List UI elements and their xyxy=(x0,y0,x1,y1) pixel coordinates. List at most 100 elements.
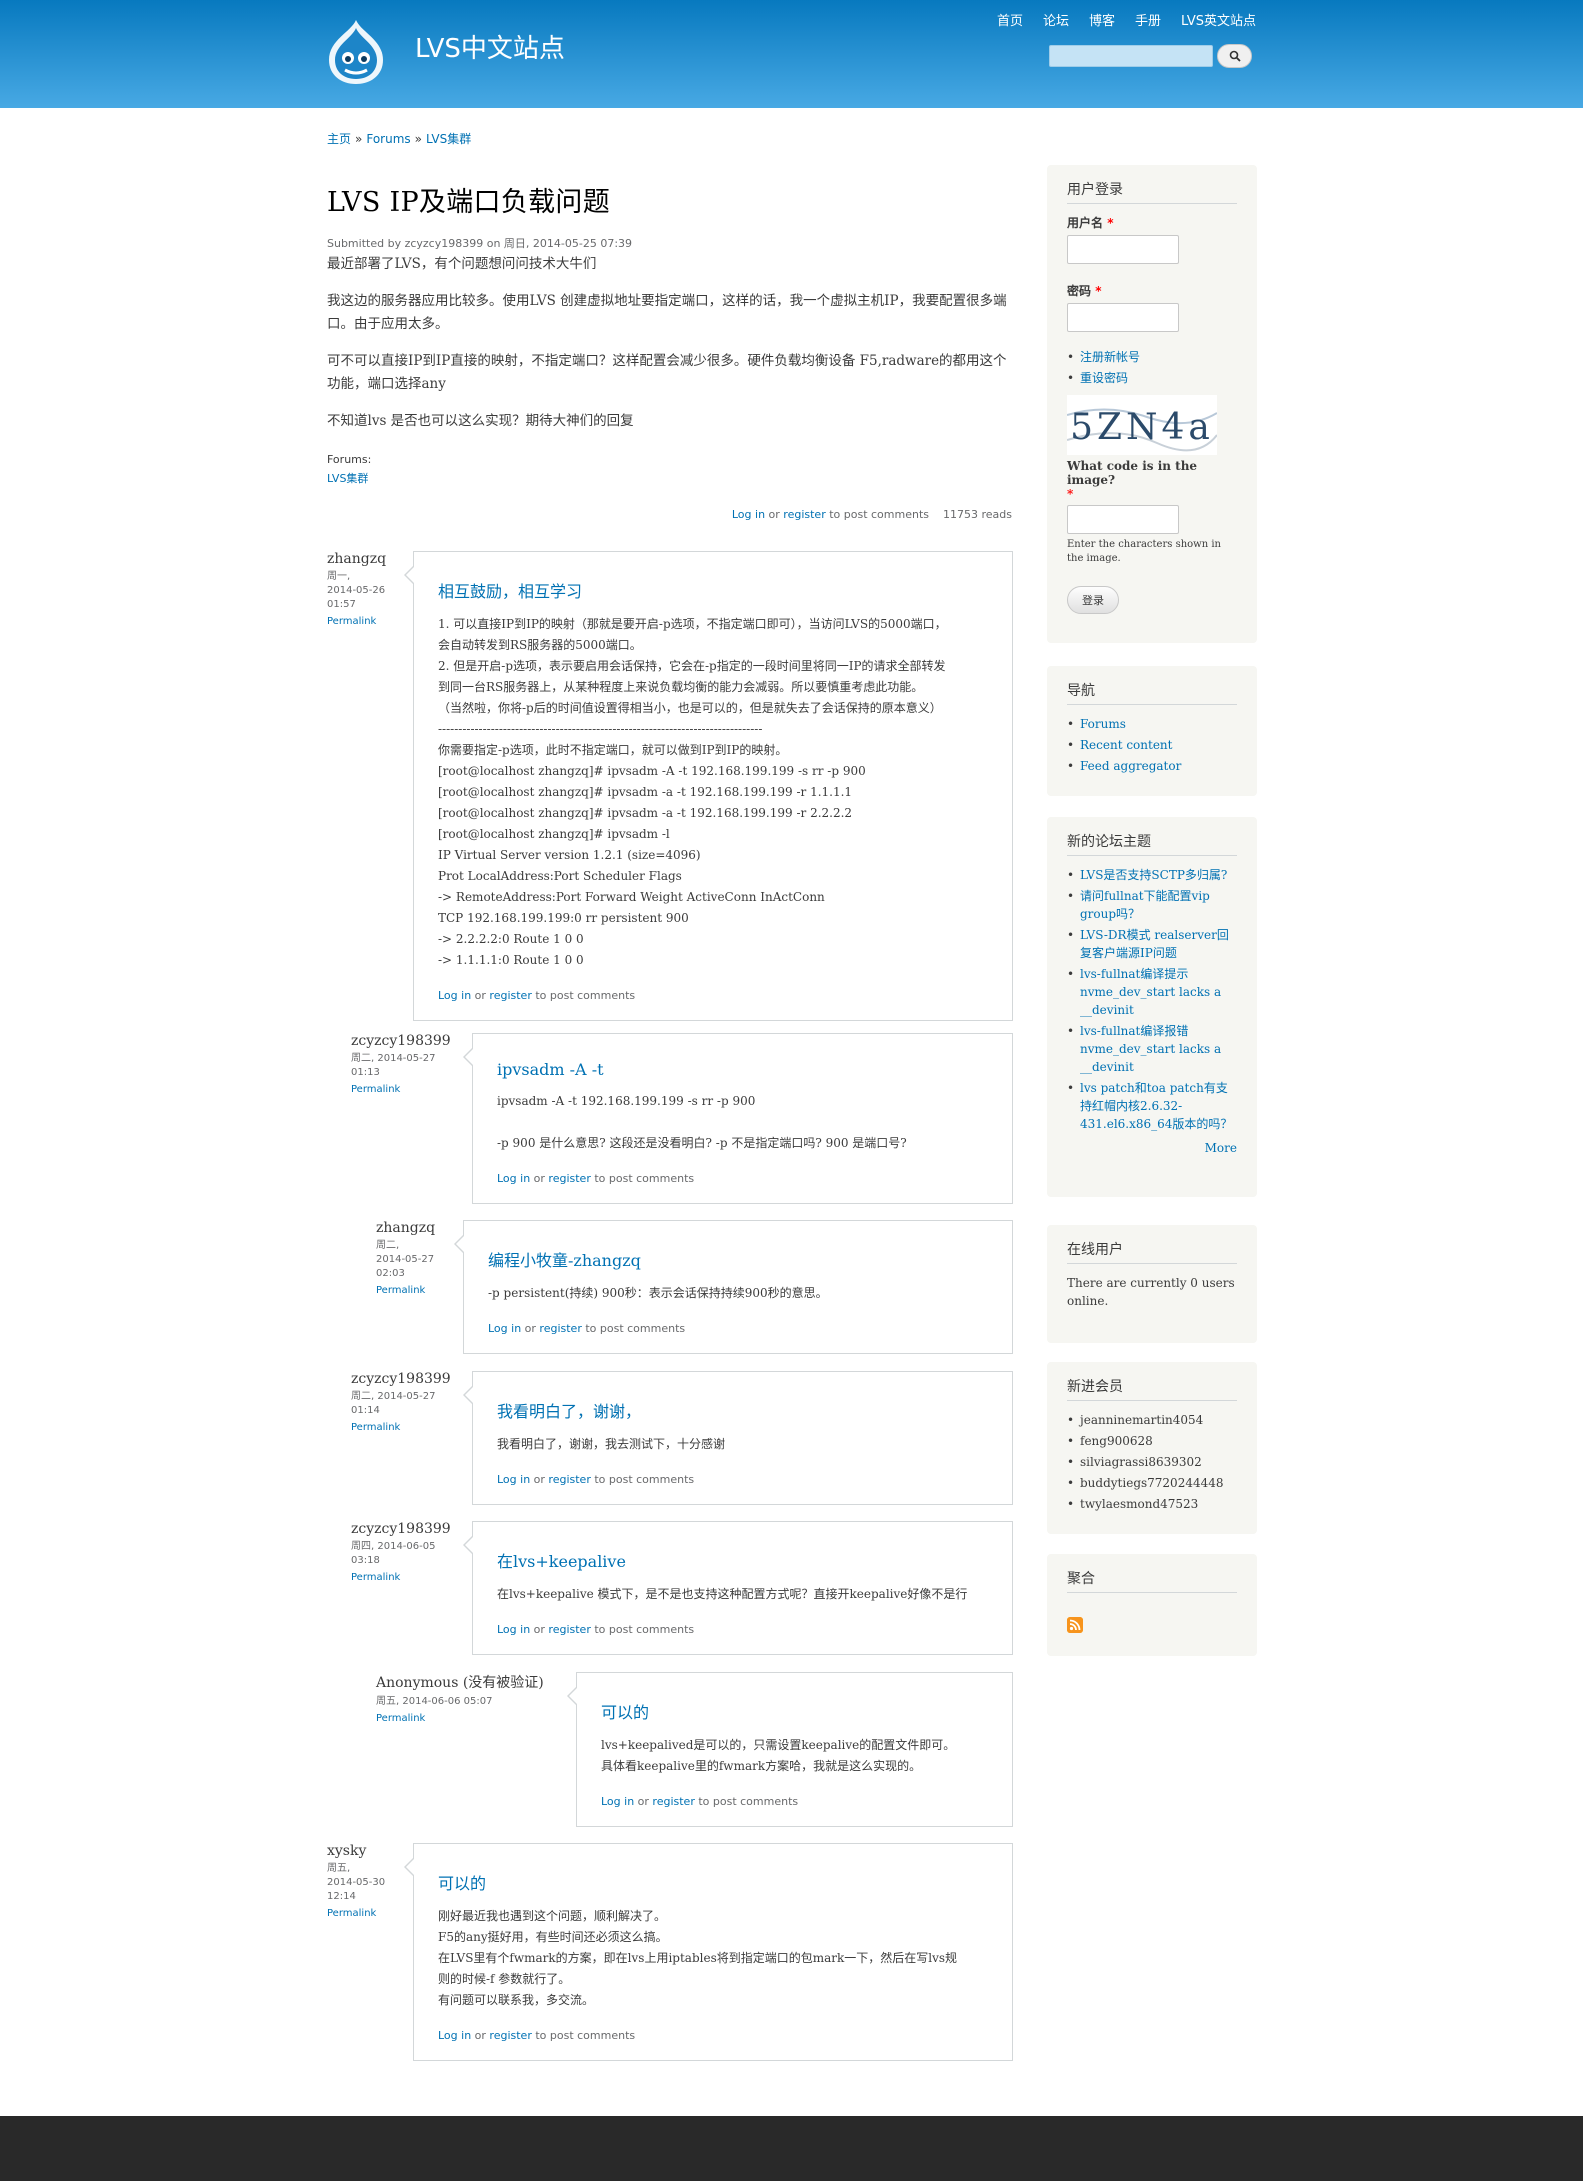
menu-item-manual[interactable]: 手册 xyxy=(1135,10,1161,29)
syndicate-block: 聚合 xyxy=(1047,1554,1257,1656)
menu-item-home[interactable]: 首页 xyxy=(997,10,1023,29)
comment-title[interactable]: ipvsadm -A -t xyxy=(497,1060,988,1079)
forum-topic-link[interactable]: lvs-fullnat编译报错 nvme_dev_start lacks a _… xyxy=(1080,1024,1221,1074)
nav-item-feed-aggregator[interactable]: Feed aggregator xyxy=(1080,759,1181,773)
comment-title[interactable]: 可以的 xyxy=(438,1870,988,1894)
rss-feed-icon[interactable] xyxy=(1067,1617,1083,1633)
comment-line: 我看明白了，谢谢，我去测试下，十分感谢 xyxy=(497,1437,726,1451)
nav-item-forums[interactable]: Forums xyxy=(1080,717,1126,731)
comment-permalink[interactable]: Permalink xyxy=(351,1422,460,1433)
comment-author[interactable]: zcyzcy198399 xyxy=(351,1521,460,1537)
comment-line: [root@localhost zhangzq]# ipvsadm -A -t … xyxy=(438,764,866,778)
create-account-link[interactable]: 注册新帐号 xyxy=(1080,350,1140,364)
comment-permalink[interactable]: Permalink xyxy=(351,1084,460,1095)
comment-text: lvs+keepalived是可以的，只需设置keepalive的配置文件即可。… xyxy=(601,1735,988,1777)
menu-item-english-site[interactable]: LVS英文站点 xyxy=(1181,10,1256,29)
site-name[interactable]: LVS中文站点 xyxy=(415,28,565,65)
comment-body: 可以的 lvs+keepalived是可以的，只需设置keepalive的配置文件… xyxy=(567,1672,1013,1827)
drupal-logo-icon[interactable] xyxy=(325,18,387,86)
comment-links: Log in or register to post comments xyxy=(497,1172,695,1185)
login-link[interactable]: Log in xyxy=(438,989,471,1002)
nav-item-recent-content[interactable]: Recent content xyxy=(1080,738,1172,752)
comment-permalink[interactable]: Permalink xyxy=(376,1713,564,1724)
register-link[interactable]: register xyxy=(548,1172,590,1185)
comment-title[interactable]: 相互鼓励，相互学习 xyxy=(438,578,988,602)
comment-author[interactable]: xysky xyxy=(327,1843,401,1859)
comment-author[interactable]: zhangzq xyxy=(376,1220,451,1236)
comment-text: 刚好最近我也遇到这个问题，顺利解决了。 F5的any挺好用，有些时间还必须这么搞。… xyxy=(438,1906,988,2011)
search-button[interactable] xyxy=(1217,44,1252,68)
comment-line: lvs+keepalived是可以的，只需设置keepalive的配置文件即可。 xyxy=(601,1738,956,1752)
breadcrumb: 主页» Forums» LVS集群 xyxy=(327,132,472,146)
comment-author[interactable]: Anonymous (没有被验证) xyxy=(376,1672,564,1692)
password-field[interactable] xyxy=(1067,303,1179,332)
comment-date: 周五, 2014-06-06 05:07 xyxy=(376,1696,493,1707)
comment-text: 在lvs+keepalive 模式下，是不是也支持这种配置方式呢？直接开keep… xyxy=(497,1584,988,1605)
login-link[interactable]: Log in xyxy=(497,1473,530,1486)
comment-title[interactable]: 我看明白了，谢谢， xyxy=(497,1398,988,1422)
search-input[interactable] xyxy=(1049,45,1213,67)
member-name[interactable]: buddytiegs7720244448 xyxy=(1067,1474,1237,1492)
captcha-field[interactable] xyxy=(1067,505,1179,534)
submitted-user[interactable]: zcyzcy198399 xyxy=(405,237,484,250)
comment-title[interactable]: 可以的 xyxy=(601,1699,988,1723)
comment-body: 可以的刚好最近我也遇到这个问题，顺利解决了。 F5的any挺好用，有些时间还必须这… xyxy=(404,1843,1013,2061)
login-link[interactable]: Log in xyxy=(438,2029,471,2042)
register-link[interactable]: register xyxy=(489,989,531,1002)
captcha-question: What code is in the image? xyxy=(1067,459,1198,487)
member-name[interactable]: feng900628 xyxy=(1067,1432,1237,1450)
login-link[interactable]: Log in xyxy=(601,1795,634,1808)
comment-line: [root@localhost zhangzq]# ipvsadm -a -t … xyxy=(438,806,853,820)
username-label: 用户名 xyxy=(1067,216,1104,230)
login-button[interactable]: 登录 xyxy=(1067,586,1119,614)
forum-tag-link[interactable]: LVS集群 xyxy=(327,472,368,485)
login-link[interactable]: Log in xyxy=(497,1623,530,1636)
comment-title[interactable]: 在lvs+keepalive xyxy=(497,1548,988,1572)
forum-topic-link[interactable]: lvs patch和toa patch有支持红帽内核2.6.32-431.el6… xyxy=(1080,1081,1232,1131)
comment-permalink[interactable]: Permalink xyxy=(351,1572,460,1583)
comment-permalink[interactable]: Permalink xyxy=(327,1908,401,1919)
comment-author[interactable]: zcyzcy198399 xyxy=(351,1033,460,1049)
comment-meta: zhangzq 周二, 2014-05-27 02:03 Permalink xyxy=(376,1220,451,1296)
comment-line: 到同一台RS服务器上，从某种程度上来说负载均衡的能力会减弱。所以要慎重考虑此功能… xyxy=(438,680,924,694)
login-link[interactable]: Log in xyxy=(732,508,765,521)
comment-line: 2. 但是开启-p选项，表示要启用会话保持，它会在-p指定的一段时间里将同一IP… xyxy=(438,659,946,673)
breadcrumb-lvs-cluster[interactable]: LVS集群 xyxy=(426,132,471,146)
read-count: 11753 reads xyxy=(943,508,1012,521)
register-link[interactable]: register xyxy=(548,1623,590,1636)
menu-item-forum[interactable]: 论坛 xyxy=(1043,10,1069,29)
forum-topics-block: 新的论坛主题 LVS是否支持SCTP多归属? 请问fullnat下能配置vip … xyxy=(1047,817,1257,1197)
member-name[interactable]: silviagrassi8639302 xyxy=(1067,1453,1237,1471)
forum-topic-link[interactable]: LVS-DR模式 realserver回复客户端源IP问题 xyxy=(1080,928,1229,960)
comment-permalink[interactable]: Permalink xyxy=(327,616,401,627)
comment-line: -p 900 是什么意思? 这段还是没看明白? -p 不是指定端口吗? 900 … xyxy=(497,1136,907,1150)
register-link[interactable]: register xyxy=(539,1322,581,1335)
comment-title[interactable]: 编程小牧童-zhangzq xyxy=(488,1247,988,1271)
forum-topic-link[interactable]: 请问fullnat下能配置vip group吗？ xyxy=(1080,889,1210,921)
register-link[interactable]: register xyxy=(783,508,825,521)
comment-text: 我看明白了，谢谢，我去测试下，十分感谢 xyxy=(497,1434,988,1455)
article-paragraph: 最近部署了LVS，有个问题想问问技术大牛们 xyxy=(327,256,597,272)
username-field[interactable] xyxy=(1067,235,1179,264)
more-topics-link[interactable]: More xyxy=(1205,1141,1237,1155)
register-link[interactable]: register xyxy=(548,1473,590,1486)
register-link[interactable]: register xyxy=(652,1795,694,1808)
comment-links: Log in or register to post comments xyxy=(497,1473,695,1486)
comment-author[interactable]: zhangzq xyxy=(327,551,401,567)
forum-topic-link[interactable]: LVS是否支持SCTP多归属? xyxy=(1080,868,1227,882)
member-name[interactable]: jeanninemartin4054 xyxy=(1067,1411,1237,1429)
comment-meta: zcyzcy198399 周二, 2014-05-27 01:14 Permalink xyxy=(351,1371,460,1433)
breadcrumb-home[interactable]: 主页 xyxy=(327,132,351,146)
login-link[interactable]: Log in xyxy=(488,1322,521,1335)
captcha-image: 5ZN4a xyxy=(1067,395,1217,455)
comment-author[interactable]: zcyzcy198399 xyxy=(351,1371,460,1387)
reset-password-link[interactable]: 重设密码 xyxy=(1080,371,1128,385)
menu-item-blog[interactable]: 博客 xyxy=(1089,10,1115,29)
register-link[interactable]: register xyxy=(489,2029,531,2042)
member-name[interactable]: twylaesmond47523 xyxy=(1067,1495,1237,1513)
breadcrumb-forums[interactable]: Forums xyxy=(366,132,410,146)
login-link[interactable]: Log in xyxy=(497,1172,530,1185)
comment-line: 有问题可以联系我，多交流。 xyxy=(438,1993,595,2007)
forum-topic-link[interactable]: lvs-fullnat编译提示 nvme_dev_start lacks a _… xyxy=(1080,967,1221,1017)
comment-permalink[interactable]: Permalink xyxy=(376,1285,451,1296)
